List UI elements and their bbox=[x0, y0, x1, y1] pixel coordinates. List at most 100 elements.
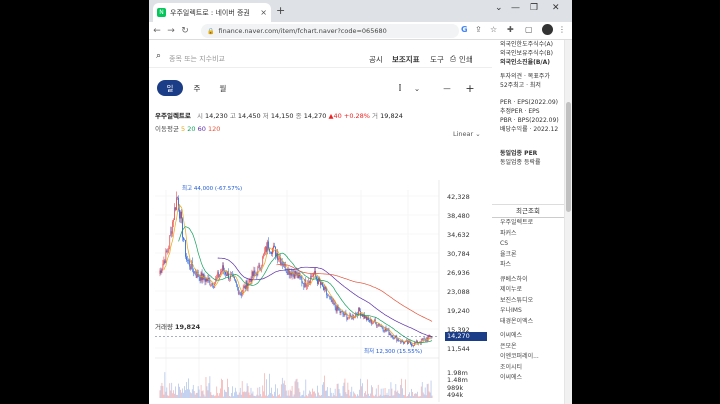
extensions-icon[interactable]: ✚ bbox=[507, 25, 514, 34]
candle-body bbox=[269, 248, 270, 252]
volume-bar bbox=[335, 396, 337, 398]
reload-icon[interactable]: ↻ bbox=[179, 26, 191, 36]
period-tab-week[interactable]: 주 bbox=[189, 80, 205, 96]
candle-body bbox=[371, 322, 373, 324]
zoom-out-button[interactable]: — bbox=[441, 80, 453, 96]
volume-bar bbox=[201, 391, 203, 398]
search-icon[interactable]: ⌕ bbox=[156, 51, 161, 61]
candle-body bbox=[423, 338, 425, 340]
volume-bar bbox=[413, 395, 414, 398]
volume-bar bbox=[391, 388, 393, 398]
tab-search-icon[interactable]: ⌄ bbox=[495, 3, 503, 13]
recent-item[interactable]: 은모온 bbox=[492, 342, 564, 353]
ma120-label[interactable]: 120 bbox=[208, 125, 220, 133]
volume-bar bbox=[356, 396, 358, 398]
minimize-button[interactable]: — bbox=[511, 3, 520, 13]
recent-item[interactable]: 태경온이엑스 bbox=[492, 317, 564, 328]
stock-chart[interactable]: 42,328 38,480 34,632 30,784 26,936 23,08… bbox=[149, 140, 492, 404]
recent-item[interactable]: 율크론 bbox=[492, 250, 564, 261]
volume-bar bbox=[192, 384, 194, 398]
profile-avatar[interactable] bbox=[542, 24, 553, 35]
share-icon[interactable]: ⇪ bbox=[475, 25, 482, 34]
volume-bar bbox=[397, 390, 399, 398]
recent-item[interactable]: 우나IMS bbox=[492, 306, 564, 317]
volume-bar bbox=[280, 396, 281, 398]
recent-item[interactable]: CS bbox=[492, 239, 564, 250]
ma5-label[interactable]: 5 bbox=[181, 125, 185, 133]
volume-bar bbox=[203, 394, 205, 398]
indicators-button[interactable]: 보조지표 bbox=[392, 54, 420, 65]
bookmark-star-icon[interactable]: ☆ bbox=[490, 25, 497, 34]
volume-bar bbox=[402, 388, 404, 398]
address-url[interactable]: finance.naver.com/item/fchart.naver?code… bbox=[218, 27, 386, 35]
back-icon[interactable]: ← bbox=[151, 26, 163, 36]
tools-button[interactable]: 도구 bbox=[430, 54, 444, 65]
sidepanel-icon[interactable]: ▢ bbox=[525, 25, 533, 34]
recent-item[interactable]: 큐베스하이 bbox=[492, 275, 564, 286]
recent-item[interactable]: 파커스 bbox=[492, 229, 564, 240]
candle-body bbox=[265, 246, 267, 252]
kebab-menu-icon[interactable]: ⋮ bbox=[558, 25, 566, 34]
ma60-label[interactable]: 60 bbox=[198, 125, 206, 133]
period-tab-day[interactable]: 일 bbox=[157, 80, 183, 96]
recent-item[interactable]: 이엔코퍼레이... bbox=[492, 352, 564, 363]
volume-bar bbox=[288, 395, 290, 398]
candle-body bbox=[380, 325, 382, 327]
volume-bar bbox=[399, 393, 401, 398]
candle-body bbox=[359, 307, 360, 312]
volume-bar bbox=[258, 395, 260, 398]
candle-body bbox=[404, 342, 405, 344]
print-button[interactable]: 인쇄 bbox=[459, 54, 473, 65]
chart-type-dropdown-icon[interactable]: ⌄ bbox=[412, 80, 422, 96]
recent-item[interactable]: 제이누로 bbox=[492, 285, 564, 296]
recent-item[interactable]: 보진스튜디오 bbox=[492, 296, 564, 307]
y-tick: 42,328 bbox=[447, 193, 470, 201]
candle-body bbox=[331, 299, 333, 302]
candle-body bbox=[312, 276, 313, 277]
vertical-scrollbar[interactable] bbox=[564, 40, 572, 404]
volume-bar bbox=[260, 394, 262, 398]
scrollbar-thumb[interactable] bbox=[566, 102, 571, 212]
volume-bar bbox=[365, 391, 366, 398]
volume-bar bbox=[427, 383, 429, 398]
close-window-button[interactable]: ✕ bbox=[552, 3, 560, 13]
candle-body bbox=[336, 305, 338, 312]
stock-name: 우주일렉트로 bbox=[155, 112, 191, 120]
volume-bar bbox=[387, 395, 389, 398]
search-input[interactable]: 종목 또는 지수비교 bbox=[169, 54, 225, 64]
recent-item[interactable]: 조이시티 bbox=[492, 363, 564, 374]
recent-item[interactable]: 이씨에스 bbox=[492, 373, 564, 384]
volume-bar bbox=[311, 394, 312, 398]
period-tab-month[interactable]: 월 bbox=[215, 80, 231, 96]
notice-button[interactable]: 공시 bbox=[369, 54, 383, 65]
tab-close-icon[interactable]: × bbox=[260, 8, 267, 17]
volume-bar bbox=[383, 395, 385, 398]
volume-bar bbox=[252, 391, 254, 398]
vol-tick: 494k bbox=[447, 391, 464, 399]
volume-bar bbox=[366, 394, 367, 398]
volume-bar bbox=[211, 394, 213, 398]
ma20-label[interactable]: 20 bbox=[187, 125, 195, 133]
volume-bar bbox=[256, 394, 258, 398]
volume-bar bbox=[206, 386, 208, 398]
address-bar[interactable]: 🔒 finance.naver.com/item/fchart.naver?co… bbox=[201, 24, 459, 38]
print-icon[interactable]: ⎙ bbox=[450, 54, 456, 64]
recent-item[interactable]: 우주일렉트로 bbox=[492, 218, 564, 229]
volume-bar bbox=[428, 391, 430, 398]
recent-item[interactable]: 이씨에스 bbox=[492, 331, 564, 342]
maximize-button[interactable]: ❐ bbox=[530, 3, 538, 13]
chart-type-candle-icon[interactable]: ⫿ bbox=[393, 80, 407, 96]
volume-bar bbox=[429, 392, 431, 398]
volume-bar bbox=[183, 392, 184, 398]
google-icon[interactable]: G bbox=[461, 25, 468, 34]
candle-body bbox=[254, 270, 256, 273]
volume-bar bbox=[317, 385, 318, 398]
recent-item[interactable]: 파스 bbox=[492, 260, 564, 271]
new-tab-button[interactable]: + bbox=[276, 4, 285, 17]
forward-icon[interactable]: → bbox=[165, 26, 177, 36]
scale-dropdown[interactable]: Linear ⌄ bbox=[453, 130, 481, 138]
volume-bar bbox=[270, 392, 271, 398]
zoom-in-button[interactable]: + bbox=[464, 80, 476, 96]
candle-body bbox=[397, 338, 399, 342]
browser-tab[interactable]: N 우주일렉트로 : 네이버 증권 × bbox=[153, 3, 271, 22]
